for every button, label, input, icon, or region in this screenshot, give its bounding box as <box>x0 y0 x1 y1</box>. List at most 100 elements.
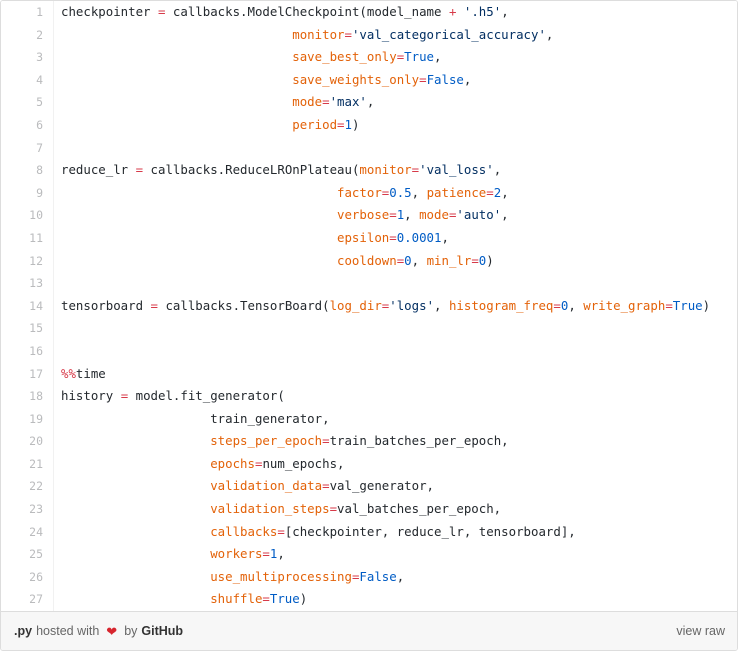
code-line: 2 monitor='val_categorical_accuracy', <box>1 23 737 47</box>
view-raw-link[interactable]: view raw <box>676 622 725 640</box>
code-line: 26 use_multiprocessing=False, <box>1 565 737 589</box>
code-token-plain: train_generator, <box>61 410 330 426</box>
code-token-op: = <box>322 433 330 449</box>
code-token-kwarg: write_graph <box>583 297 666 313</box>
line-number: 6 <box>1 113 54 137</box>
code-token-op: = <box>471 252 479 268</box>
line-number: 4 <box>1 68 54 92</box>
code-token-kwarg: cooldown <box>337 252 397 268</box>
code-line-content: epochs=num_epochs, <box>53 452 737 476</box>
line-number: 24 <box>1 520 54 544</box>
code-token-const: True <box>672 297 703 313</box>
code-token-num: 0.0001 <box>396 229 442 245</box>
code-line-content: use_multiprocessing=False, <box>53 565 737 589</box>
code-token-plain: callbacks.TensorBoard( <box>158 297 330 313</box>
code-line-content: verbose=1, mode='auto', <box>53 204 737 227</box>
code-line-content: steps_per_epoch=train_batches_per_epoch, <box>53 430 737 453</box>
code-token-const: False <box>359 568 397 584</box>
code-line: 15 <box>1 317 737 340</box>
line-number: 23 <box>1 498 54 521</box>
line-number: 14 <box>1 294 54 318</box>
code-line: 24 callbacks=[checkpointer, reduce_lr, t… <box>1 520 737 544</box>
code-line: 4 save_weights_only=False, <box>1 68 737 92</box>
code-token-op: = <box>135 162 144 178</box>
code-token-kwarg: steps_per_epoch <box>210 433 323 449</box>
line-number: 8 <box>1 159 54 182</box>
code-line-content: shuffle=True) <box>53 588 737 612</box>
heart-icon: ❤ <box>106 623 118 639</box>
code-token-plain: , <box>501 184 509 200</box>
code-token-kwarg: use_multiprocessing <box>210 568 352 584</box>
code-token-kwarg: verbose <box>337 207 390 223</box>
code-line-content: factor=0.5, patience=2, <box>53 181 737 205</box>
line-number: 19 <box>1 407 54 431</box>
code-line: 8 reduce_lr = callbacks.ReduceLROnPlateau… <box>1 159 737 182</box>
code-line-content: reduce_lr = callbacks.ReduceLROnPlateau(… <box>53 159 737 182</box>
code-token-op: = <box>262 591 270 607</box>
code-line-content: mode='max', <box>53 91 737 114</box>
code-token-const: True <box>404 49 435 65</box>
code-line-content <box>53 272 737 295</box>
code-line-content: validation_data=val_generator, <box>53 475 737 499</box>
code-line: 25 workers=1, <box>1 543 737 566</box>
code-token-plain: tensorboard <box>61 297 151 313</box>
code-token-kwarg: mode <box>292 94 323 110</box>
code-token-op: = <box>277 523 285 539</box>
line-number: 17 <box>1 362 54 386</box>
code-token-op: = <box>337 116 345 132</box>
code-token-op: = <box>322 478 330 494</box>
code-token-const: True <box>269 591 300 607</box>
code-line: 17 %%time <box>1 362 737 386</box>
code-token-plain: ) <box>299 591 308 607</box>
gist-file: 1 checkpointer = callbacks.ModelCheckpoin… <box>1 1 737 651</box>
file-extension-label: .py <box>14 624 33 639</box>
code-line-content: monitor='val_categorical_accuracy', <box>53 23 737 47</box>
code-token-kwarg: epsilon <box>337 229 390 245</box>
line-number: 7 <box>1 136 54 160</box>
line-number: 16 <box>1 339 54 363</box>
code-token-plain: , <box>396 568 405 584</box>
code-token-plain: history <box>61 388 121 404</box>
code-token-str: 'auto' <box>456 207 502 223</box>
code-token-kwarg: factor <box>337 184 382 200</box>
code-line: 19 train_generator, <box>1 407 737 431</box>
code-line: 14 tensorboard = callbacks.TensorBoard(lo… <box>1 294 737 318</box>
line-number: 26 <box>1 565 54 589</box>
code-body: 1 checkpointer = callbacks.ModelCheckpoin… <box>1 1 737 612</box>
code-token-str: 'val_categorical_accuracy' <box>351 26 546 42</box>
code-token-kwarg: monitor <box>359 162 412 178</box>
code-token-plain: num_epochs, <box>262 455 345 471</box>
code-token-plain: , <box>404 207 420 223</box>
code-token-plain: , <box>366 94 375 110</box>
github-brand-label: GitHub <box>141 624 184 639</box>
code-line-content <box>53 136 737 160</box>
code-token-kwarg: epochs <box>210 455 255 471</box>
line-number: 11 <box>1 226 54 250</box>
code-line-content: epsilon=0.0001, <box>53 226 737 250</box>
code-token-op: = <box>419 71 427 87</box>
code-token-kwarg: period <box>292 116 338 132</box>
code-line-content: callbacks=[checkpointer, reduce_lr, tens… <box>53 520 737 544</box>
line-number: 21 <box>1 452 54 476</box>
code-token-str: 'logs' <box>389 297 435 313</box>
code-token-plain: train_batches_per_epoch, <box>329 433 509 449</box>
code-line-content: period=1) <box>53 113 737 137</box>
code-token-const: False <box>426 71 464 87</box>
code-token-kwarg: patience <box>426 184 487 200</box>
line-number: 15 <box>1 317 54 340</box>
code-token-plain: , <box>411 252 427 268</box>
code-token-op: = <box>322 94 330 110</box>
code-token-kwarg: shuffle <box>210 591 263 607</box>
code-line: 10 verbose=1, mode='auto', <box>1 204 737 227</box>
